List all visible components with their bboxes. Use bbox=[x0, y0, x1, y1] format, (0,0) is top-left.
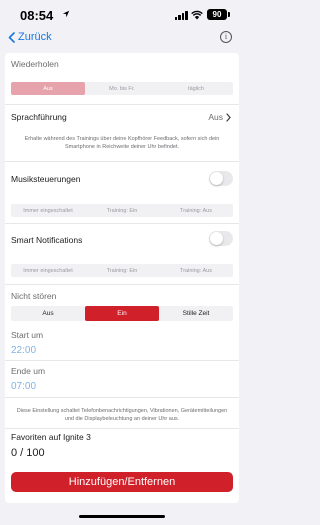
repeat-option-weekdays[interactable]: Mo. bis Fr. bbox=[85, 82, 159, 95]
wifi-icon bbox=[191, 10, 203, 20]
dnd-description: Diese Einstellung schaltet Telefonbenach… bbox=[16, 408, 228, 422]
smart-notifications-label: Smart Notifications bbox=[11, 235, 83, 245]
voice-guidance-label: Sprachführung bbox=[11, 112, 67, 122]
dnd-end-time[interactable]: 07:00 bbox=[11, 381, 36, 392]
chevron-right-icon bbox=[226, 112, 231, 122]
back-label: Zurück bbox=[18, 31, 52, 43]
info-icon[interactable]: i bbox=[220, 31, 232, 43]
repeat-segmented-control: Aus Mo. bis Fr. täglich bbox=[11, 82, 233, 95]
divider bbox=[5, 161, 239, 162]
dnd-end-label: Ende um bbox=[11, 366, 46, 376]
add-remove-button[interactable]: Hinzufügen/Entfernen bbox=[11, 472, 233, 492]
repeat-label: Wiederholen bbox=[11, 59, 59, 69]
divider bbox=[5, 397, 239, 398]
divider bbox=[5, 284, 239, 285]
status-bar: 08:54 90 bbox=[0, 0, 243, 28]
favorites-label: Favoriten auf Ignite 3 bbox=[11, 432, 91, 442]
toggle-knob bbox=[210, 172, 223, 185]
cellular-signal-icon bbox=[175, 11, 188, 20]
smart-notifications-toggle[interactable] bbox=[209, 231, 233, 246]
repeat-option-daily[interactable]: täglich bbox=[159, 82, 233, 95]
music-option-always[interactable]: Immer eingeschaltet bbox=[11, 204, 85, 217]
divider bbox=[5, 104, 239, 105]
voice-guidance-description: Erhalte während des Trainings über deine… bbox=[24, 136, 220, 150]
location-arrow-icon bbox=[62, 10, 70, 18]
favorites-count: 0 / 100 bbox=[11, 447, 45, 459]
status-time: 08:54 bbox=[20, 8, 54, 23]
smart-notifications-segmented-control: Immer eingeschaltet Training: Ein Traini… bbox=[11, 264, 233, 277]
nav-bar: Zurück i bbox=[0, 28, 243, 50]
music-control-segmented-control: Immer eingeschaltet Training: Ein Traini… bbox=[11, 204, 233, 217]
dnd-option-off[interactable]: Aus bbox=[11, 306, 85, 321]
battery-icon: 90 bbox=[207, 9, 227, 20]
divider bbox=[5, 428, 239, 429]
divider bbox=[5, 223, 239, 224]
notif-option-always[interactable]: Immer eingeschaltet bbox=[11, 264, 85, 277]
dnd-start-label: Start um bbox=[11, 330, 44, 340]
dnd-start-time[interactable]: 22:00 bbox=[11, 345, 36, 356]
music-control-label: Musiksteuerungen bbox=[11, 174, 81, 184]
dnd-segmented-control: Aus Ein Stille Zeit bbox=[11, 306, 233, 321]
divider bbox=[5, 360, 239, 361]
voice-guidance-row[interactable]: Aus bbox=[208, 112, 231, 122]
notif-option-training-off[interactable]: Training: Aus bbox=[159, 264, 233, 277]
toggle-knob bbox=[210, 232, 223, 245]
dnd-option-quiet-time[interactable]: Stille Zeit bbox=[159, 306, 233, 321]
chevron-left-icon bbox=[8, 31, 15, 43]
battery-tip bbox=[228, 12, 230, 17]
dnd-label: Nicht stören bbox=[11, 291, 57, 301]
music-option-training-off[interactable]: Training: Aus bbox=[159, 204, 233, 217]
notif-option-training-on[interactable]: Training: Ein bbox=[85, 264, 159, 277]
voice-guidance-value: Aus bbox=[208, 112, 223, 122]
repeat-option-off[interactable]: Aus bbox=[11, 82, 85, 95]
home-indicator[interactable] bbox=[79, 515, 165, 518]
dnd-option-on[interactable]: Ein bbox=[85, 306, 159, 321]
settings-card: Wiederholen Aus Mo. bis Fr. täglich Spra… bbox=[5, 53, 239, 503]
music-control-toggle[interactable] bbox=[209, 171, 233, 186]
music-option-training-on[interactable]: Training: Ein bbox=[85, 204, 159, 217]
back-button[interactable]: Zurück bbox=[8, 31, 52, 43]
